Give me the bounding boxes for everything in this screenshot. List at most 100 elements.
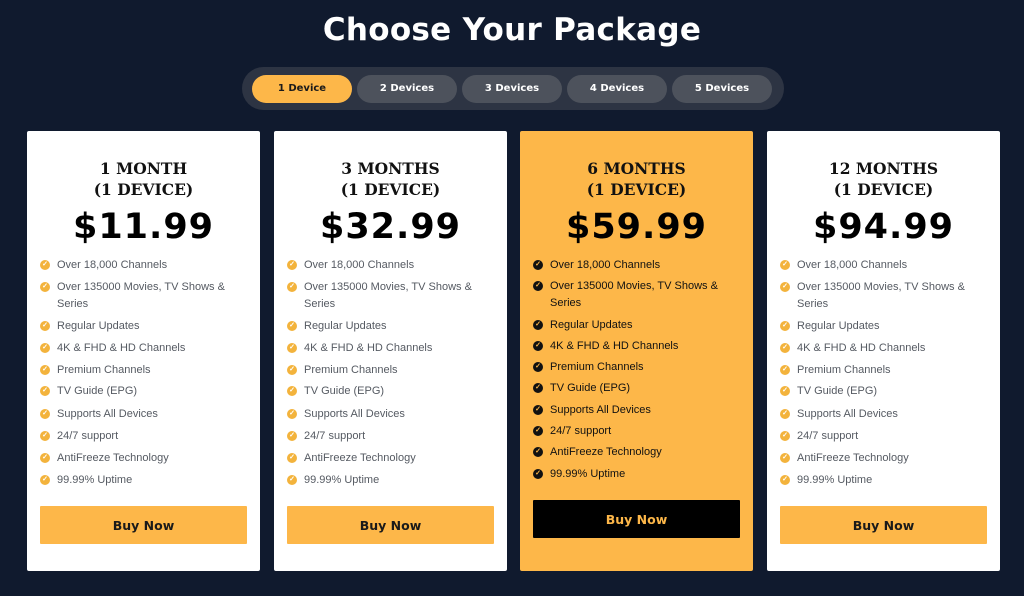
check-circle-icon: ✓	[533, 426, 543, 436]
tab-4-devices[interactable]: 4 Devices	[567, 74, 667, 103]
check-circle-icon: ✓	[780, 365, 790, 375]
tab-5-devices[interactable]: 5 Devices	[672, 74, 772, 103]
feature-item: ✓ 4K & FHD & HD Channels	[40, 340, 250, 357]
buy-now-button[interactable]: Buy Now	[533, 500, 740, 538]
check-circle-icon: ✓	[780, 453, 790, 463]
tab-1-device[interactable]: 1 Device	[252, 74, 352, 103]
check-circle-icon: ✓	[533, 405, 543, 415]
check-circle-icon: ✓	[287, 260, 297, 270]
feature-text: 99.99% Uptime	[797, 474, 873, 486]
feature-text: Supports All Devices	[57, 408, 158, 420]
feature-text: Over 18,000 Channels	[304, 259, 415, 271]
check-circle-icon: ✓	[780, 475, 790, 485]
check-circle-icon: ✓	[40, 260, 50, 270]
feature-item: ✓ Premium Channels	[287, 362, 497, 379]
feature-text: Supports All Devices	[550, 404, 651, 416]
pricing-page: Choose Your Package 1 Device 2 Devices 3…	[0, 0, 1024, 596]
feature-item: ✓ AntiFreeze Technology	[40, 450, 250, 467]
feature-text: 24/7 support	[57, 430, 119, 442]
check-circle-icon: ✓	[287, 321, 297, 331]
check-circle-icon: ✓	[533, 260, 543, 270]
buy-now-button[interactable]: Buy Now	[780, 506, 987, 544]
feature-text: Regular Updates	[797, 320, 880, 332]
check-circle-icon: ✓	[40, 321, 50, 331]
feature-text: Regular Updates	[304, 320, 387, 332]
check-circle-icon: ✓	[287, 343, 297, 353]
feature-item: ✓ Over 135000 Movies, TV Shows & Series	[780, 279, 990, 313]
feature-text: Regular Updates	[550, 319, 633, 331]
plan-price: $94.99	[812, 207, 955, 247]
feature-text: Premium Channels	[550, 361, 644, 373]
check-circle-icon: ✓	[287, 409, 297, 419]
check-circle-icon: ✓	[287, 386, 297, 396]
plan-card-1-month: 1 MONTH (1 DEVICE) $11.99 ✓ Over 18,000 Chan…	[27, 131, 260, 571]
feature-text: 24/7 support	[304, 430, 366, 442]
feature-item: ✓ 99.99% Uptime	[533, 466, 743, 483]
feature-text: Premium Channels	[57, 364, 151, 376]
feature-item: ✓ Premium Channels	[533, 359, 743, 376]
feature-text: Over 135000 Movies, TV Shows & Series	[57, 281, 225, 310]
check-circle-icon: ✓	[780, 386, 790, 396]
plan-title: 12 MONTHS (1 DEVICE)	[767, 158, 1000, 200]
check-circle-icon: ✓	[780, 431, 790, 441]
feature-text: 4K & FHD & HD Channels	[550, 340, 679, 352]
feature-text: Over 18,000 Channels	[797, 259, 908, 271]
plan-price: $59.99	[565, 207, 708, 247]
plan-title: 3 MONTHS (1 DEVICE)	[274, 158, 507, 200]
feature-text: Over 135000 Movies, TV Shows & Series	[550, 280, 718, 309]
feature-text: AntiFreeze Technology	[797, 452, 909, 464]
feature-text: TV Guide (EPG)	[304, 385, 385, 397]
check-circle-icon: ✓	[533, 362, 543, 372]
feature-text: Supports All Devices	[797, 408, 898, 420]
plan-duration: 1 MONTH	[99, 159, 188, 178]
plan-duration: 12 MONTHS	[828, 159, 939, 178]
check-circle-icon: ✓	[287, 431, 297, 441]
feature-text: Supports All Devices	[304, 408, 405, 420]
check-circle-icon: ✓	[40, 431, 50, 441]
plan-duration: 6 MONTHS	[587, 159, 686, 178]
check-circle-icon: ✓	[40, 365, 50, 375]
plan-price: $32.99	[319, 207, 462, 247]
check-circle-icon: ✓	[287, 475, 297, 485]
plan-device-count: (1 DEVICE)	[340, 180, 441, 199]
plan-title: 6 MONTHS (1 DEVICE)	[520, 158, 753, 200]
plan-price: $11.99	[72, 207, 215, 247]
tab-2-devices[interactable]: 2 Devices	[357, 74, 457, 103]
feature-text: AntiFreeze Technology	[304, 452, 416, 464]
check-circle-icon: ✓	[533, 281, 543, 291]
feature-item: ✓ 24/7 support	[533, 423, 743, 440]
feature-item: ✓ Regular Updates	[287, 318, 497, 335]
feature-text: Over 135000 Movies, TV Shows & Series	[797, 281, 965, 310]
device-tabs: 1 Device 2 Devices 3 Devices 4 Devices 5…	[242, 67, 784, 110]
feature-item: ✓ 4K & FHD & HD Channels	[780, 340, 990, 357]
check-circle-icon: ✓	[780, 260, 790, 270]
check-circle-icon: ✓	[780, 282, 790, 292]
feature-item: ✓ Regular Updates	[40, 318, 250, 335]
feature-item: ✓ Supports All Devices	[780, 406, 990, 423]
feature-item: ✓ Premium Channels	[780, 362, 990, 379]
feature-item: ✓ Over 18,000 Channels	[533, 257, 743, 274]
feature-item: ✓ Over 18,000 Channels	[780, 257, 990, 274]
feature-item: ✓ 24/7 support	[287, 428, 497, 445]
buy-now-button[interactable]: Buy Now	[287, 506, 494, 544]
plan-card-3-months: 3 MONTHS (1 DEVICE) $32.99 ✓ Over 18,000 Cha…	[274, 131, 507, 571]
feature-text: Premium Channels	[797, 364, 891, 376]
plan-title: 1 MONTH (1 DEVICE)	[27, 158, 260, 200]
buy-now-button[interactable]: Buy Now	[40, 506, 247, 544]
feature-item: ✓ Premium Channels	[40, 362, 250, 379]
check-circle-icon: ✓	[780, 409, 790, 419]
plan-device-count: (1 DEVICE)	[833, 180, 934, 199]
feature-text: Over 18,000 Channels	[57, 259, 168, 271]
feature-item: ✓ TV Guide (EPG)	[780, 383, 990, 400]
feature-item: ✓ Over 135000 Movies, TV Shows & Series	[287, 279, 497, 313]
plan-device-count: (1 DEVICE)	[93, 180, 194, 199]
feature-item: ✓ 24/7 support	[780, 428, 990, 445]
feature-text: 4K & FHD & HD Channels	[57, 342, 186, 354]
feature-text: 4K & FHD & HD Channels	[797, 342, 926, 354]
feature-text: 4K & FHD & HD Channels	[304, 342, 433, 354]
feature-item: ✓ Supports All Devices	[533, 402, 743, 419]
feature-item: ✓ Over 135000 Movies, TV Shows & Series	[533, 278, 743, 312]
tab-3-devices[interactable]: 3 Devices	[462, 74, 562, 103]
check-circle-icon: ✓	[533, 320, 543, 330]
feature-item: ✓ Over 18,000 Channels	[40, 257, 250, 274]
